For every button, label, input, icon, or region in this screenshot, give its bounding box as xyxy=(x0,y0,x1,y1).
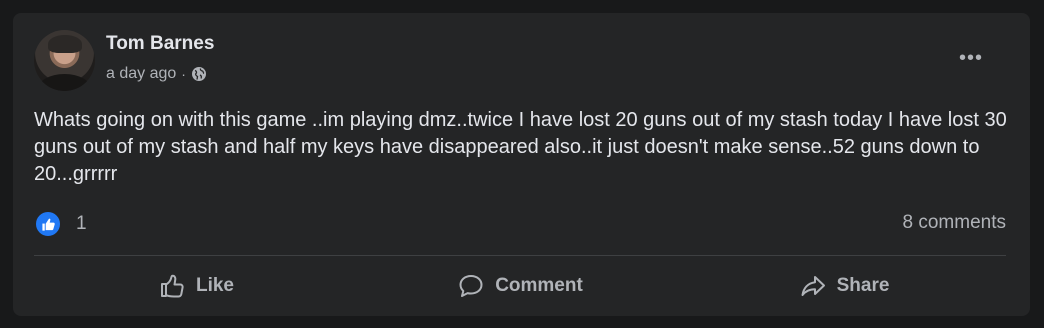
avatar-shirt xyxy=(38,74,91,91)
share-label: Share xyxy=(836,275,890,296)
comment-label: Comment xyxy=(495,275,583,296)
author-name[interactable]: Tom Barnes xyxy=(106,33,214,55)
globe-icon[interactable] xyxy=(191,66,207,82)
post-text: Whats going on with this game ..im playi… xyxy=(34,109,1007,185)
comments-count-link[interactable]: 8 comments xyxy=(903,212,1006,234)
post-card: Tom Barnes a day ago · ••• Whats going o… xyxy=(13,13,1030,316)
action-bar: Like Comment Share xyxy=(34,263,1006,309)
thumbs-up-icon xyxy=(160,274,184,298)
share-arrow-icon xyxy=(801,276,825,296)
reaction-count: 1 xyxy=(76,213,87,234)
post-meta: a day ago · xyxy=(106,65,207,83)
like-button[interactable]: Like xyxy=(34,263,358,309)
like-reaction-icon xyxy=(34,210,62,238)
more-options-icon[interactable]: ••• xyxy=(951,43,991,73)
meta-separator: · xyxy=(181,66,186,82)
comment-bubble-icon xyxy=(459,275,483,297)
avatar-cap xyxy=(48,35,82,53)
like-label: Like xyxy=(195,275,235,296)
actions-divider xyxy=(34,255,1006,256)
post-timestamp[interactable]: a day ago xyxy=(106,65,176,83)
reaction-summary[interactable]: 1 xyxy=(34,210,87,238)
author-avatar[interactable] xyxy=(34,30,95,91)
comment-button[interactable]: Comment xyxy=(358,263,682,309)
share-button[interactable]: Share xyxy=(682,263,1006,309)
